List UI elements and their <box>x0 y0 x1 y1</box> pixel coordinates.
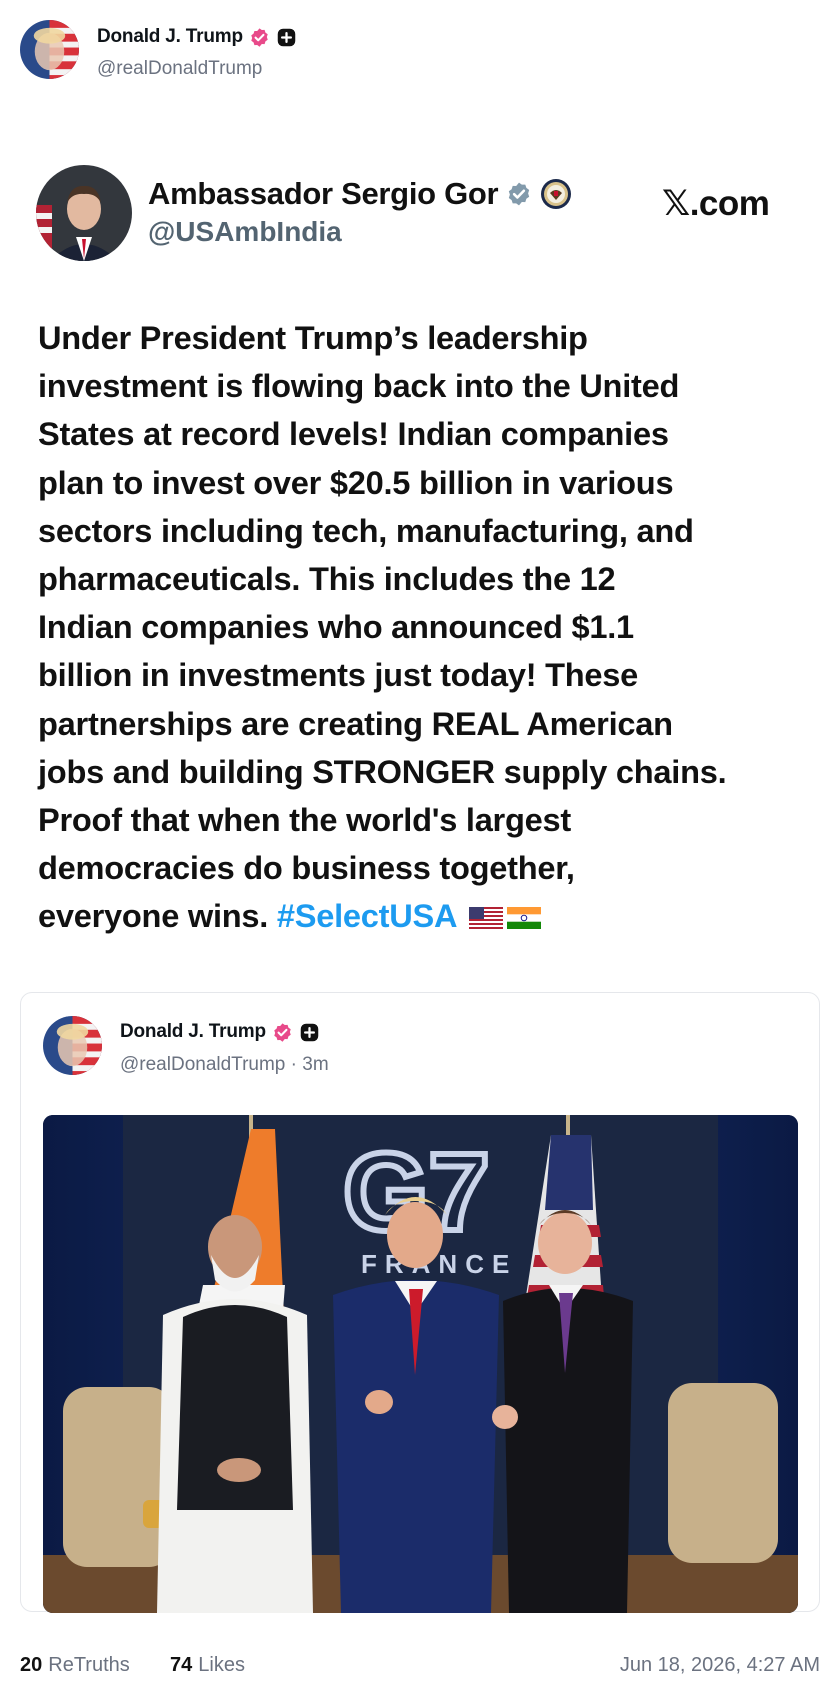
state-department-seal-icon <box>540 178 572 210</box>
meta-separator: · <box>290 1054 297 1075</box>
text-line: plan to invest over $20.5 billion in var… <box>38 463 674 501</box>
us-flag-icon <box>468 907 503 930</box>
quoted-author-avatar[interactable] <box>43 1016 102 1075</box>
verified-badge-icon <box>249 27 270 48</box>
quoted-author-name[interactable]: Donald J. Trump <box>120 1021 266 1043</box>
plus-badge-icon <box>299 1022 320 1043</box>
retruths-count: 20 <box>20 1654 43 1676</box>
embedded-x-post: Ambassador Sergio Gor @USAmbIndia 𝕏.com … <box>0 140 840 960</box>
x-site-logo: 𝕏.com <box>662 184 770 223</box>
text-line: jobs and building STRONGER supply chains… <box>38 752 727 790</box>
france-text: FRANCE <box>361 1249 517 1279</box>
gray-verified-icon <box>506 181 532 207</box>
post-header: Donald J. Trump @realDonaldTrump <box>20 20 820 84</box>
plus-badge-icon <box>276 27 297 48</box>
text-line: Indian companies who announced $1.1 <box>38 608 634 646</box>
india-flag-icon <box>506 907 541 930</box>
author-avatar[interactable] <box>20 20 79 79</box>
likes-label: Likes <box>198 1654 245 1676</box>
text-line: billion in investments just today! These <box>38 656 639 694</box>
likes-count: 74 <box>170 1654 193 1676</box>
author-name[interactable]: Donald J. Trump <box>97 26 243 48</box>
text-line: investment is flowing back into the Unit… <box>38 367 680 405</box>
text-line: States at record levels! Indian companie… <box>38 415 669 453</box>
text-line-last: everyone wins. #SelectUSA <box>38 892 818 940</box>
likes-stat[interactable]: 74 Likes <box>170 1654 245 1677</box>
text-line: Proof that when the world's largest <box>38 801 571 839</box>
x-author-handle: @USAmbIndia <box>148 216 342 247</box>
x-author-name: Ambassador Sergio Gor <box>148 176 499 211</box>
text-line: partnerships are creating REAL American <box>38 704 673 742</box>
author-handle[interactable]: @realDonaldTrump <box>97 58 262 80</box>
quoted-meta: @realDonaldTrump · 3m <box>120 1054 329 1076</box>
x-author-avatar <box>36 165 132 261</box>
text-line: democracies do business together, <box>38 849 575 887</box>
quoted-author-handle[interactable]: @realDonaldTrump <box>120 1054 285 1075</box>
quoted-time-ago[interactable]: 3m <box>302 1054 328 1075</box>
quoted-post[interactable]: Donald J. Trump @realDonaldTrump · 3m G7… <box>20 992 820 1613</box>
text-line: sectors including tech, manufacturing, a… <box>38 511 694 549</box>
x-post-text: Under President Trump’s leadership inves… <box>38 314 818 941</box>
post-footer: 20 ReTruths 74 Likes Jun 18, 2026, 4:27 … <box>20 1650 820 1684</box>
post-timestamp[interactable]: Jun 18, 2026, 4:27 AM <box>620 1654 820 1677</box>
verified-badge-icon <box>272 1022 293 1043</box>
text-line: Under President Trump’s leadership <box>38 319 588 356</box>
text-line: pharmaceuticals. This includes the 12 <box>38 560 616 598</box>
retruths-label: ReTruths <box>48 1654 130 1676</box>
retruths-stat[interactable]: 20 ReTruths <box>20 1654 130 1677</box>
text-fragment: everyone wins. <box>38 897 269 935</box>
post-photo[interactable]: G7 FRANCE <box>43 1115 798 1613</box>
hashtag-link[interactable]: #SelectUSA <box>277 897 456 934</box>
